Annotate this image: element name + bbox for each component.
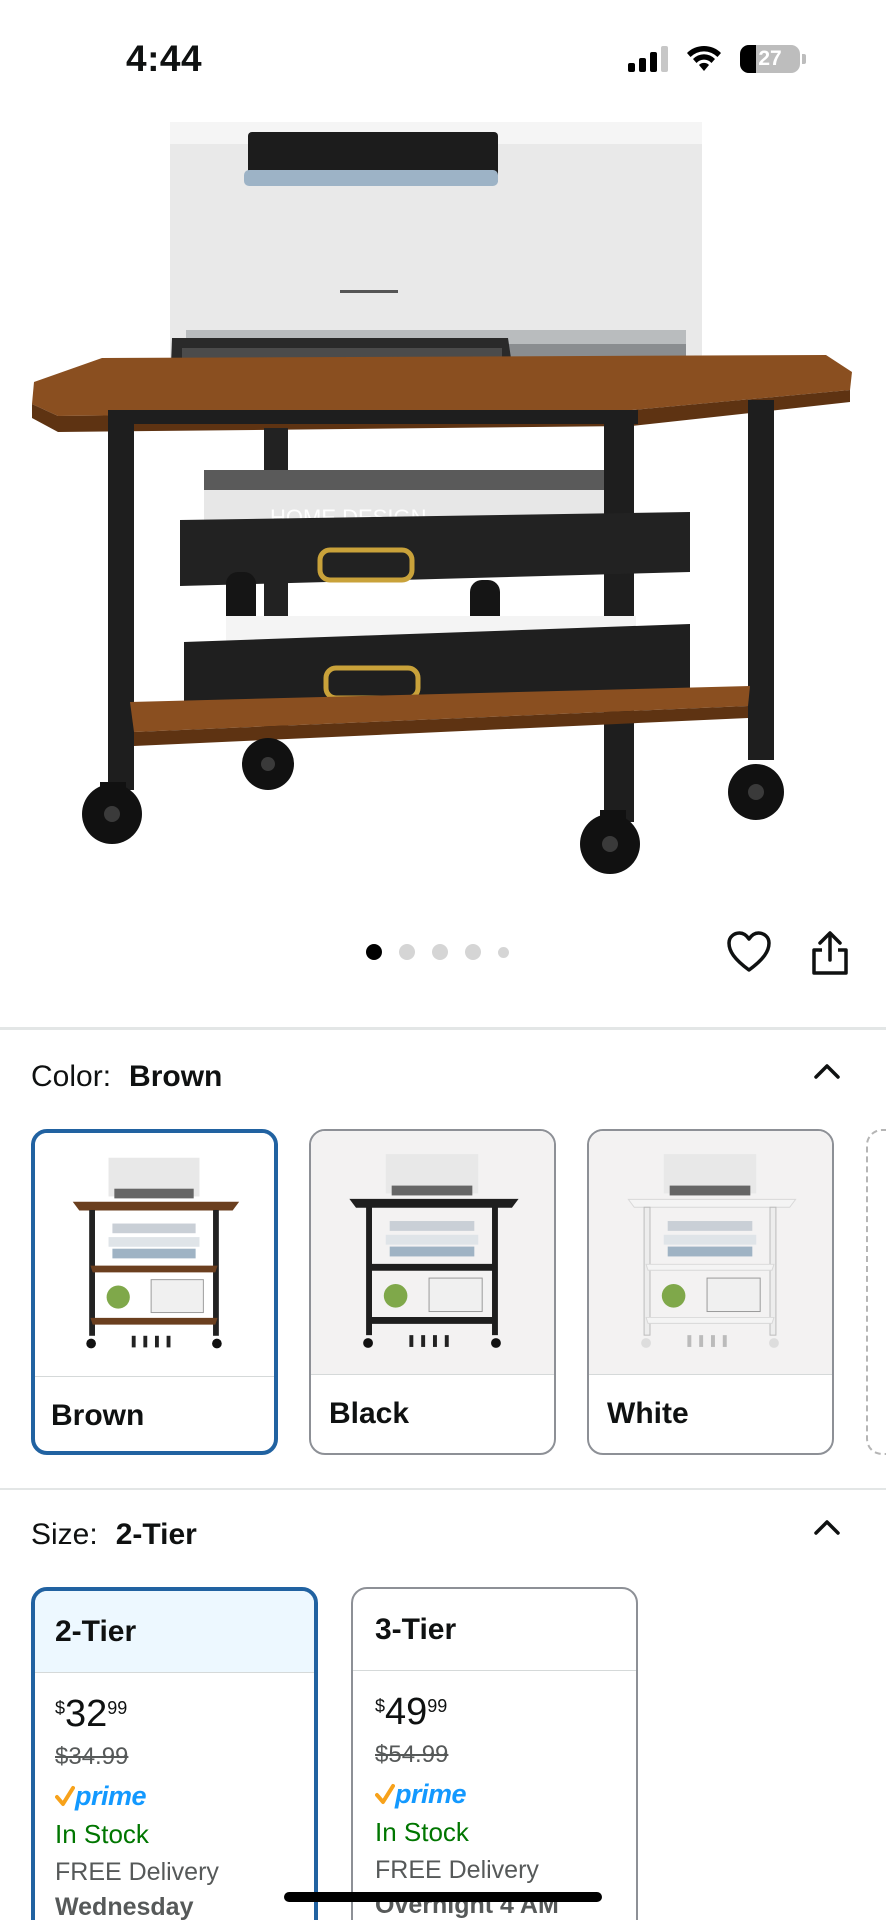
- status-icons: 27: [628, 44, 806, 74]
- swatch-image: [35, 1133, 274, 1377]
- product-image[interactable]: HOME DESIGN: [0, 110, 886, 900]
- battery-percent: 27: [758, 47, 782, 70]
- price-whole: 32: [65, 1693, 108, 1735]
- prime-label: prime: [395, 1778, 467, 1809]
- prime-check-icon: [55, 1786, 75, 1806]
- color-swatch-white[interactable]: White: [587, 1129, 834, 1455]
- price-fraction: 99: [107, 1698, 128, 1718]
- swatch-label: Brown: [51, 1399, 145, 1432]
- color-swatch-more[interactable]: [866, 1129, 886, 1455]
- size-option-title: 3-Tier: [353, 1589, 636, 1671]
- list-price: $34.99: [55, 1743, 129, 1770]
- delivery-day: Wednesday: [55, 1893, 194, 1920]
- price-currency: $: [375, 1696, 386, 1716]
- price-fraction: 99: [427, 1696, 448, 1716]
- color-swatch-brown[interactable]: Brown: [31, 1129, 278, 1455]
- pager-dot[interactable]: [498, 946, 509, 958]
- prime-badge: prime: [375, 1779, 636, 1809]
- stock-status: In Stock: [55, 1819, 149, 1849]
- delivery-text: FREE Delivery: [375, 1856, 539, 1884]
- swatch-image: [589, 1131, 832, 1375]
- pager-dot[interactable]: [432, 944, 448, 960]
- swatch-label: White: [607, 1397, 689, 1430]
- color-selected-value: Brown: [129, 1060, 223, 1093]
- size-option-3-tier[interactable]: 3-Tier $ 49 99 $54.99 prime In Stock FRE…: [351, 1587, 638, 1920]
- price-whole: 49: [385, 1691, 428, 1733]
- section-divider: [0, 1027, 886, 1030]
- size-option-title: 2-Tier: [35, 1591, 314, 1673]
- wifi-icon: [687, 45, 721, 71]
- price-currency: $: [55, 1698, 66, 1718]
- size-option-2-tier[interactable]: 2-Tier $ 32 99 $34.99 prime In Stock FRE…: [31, 1587, 318, 1920]
- swatch-label: Black: [329, 1397, 410, 1430]
- pager-dot[interactable]: [366, 944, 382, 960]
- color-section-header: Color: Brown: [31, 1060, 222, 1094]
- prime-badge: prime: [55, 1781, 314, 1811]
- size-selected-value: 2-Tier: [115, 1518, 197, 1551]
- delivery-text: FREE Delivery: [55, 1858, 219, 1886]
- size-section-header: Size: 2-Tier: [31, 1518, 197, 1552]
- section-divider: [0, 1488, 886, 1490]
- prime-check-icon: [375, 1784, 395, 1804]
- chevron-up-icon[interactable]: [812, 1512, 842, 1542]
- share-icon[interactable]: [808, 930, 852, 976]
- stand-thumbnail: [349, 1154, 519, 1348]
- status-bar: 4:44 27: [0, 0, 886, 110]
- color-swatch-black[interactable]: Black: [309, 1129, 556, 1455]
- price: $ 49 99: [375, 1693, 636, 1731]
- pager-dot[interactable]: [399, 944, 415, 960]
- home-indicator[interactable]: [284, 1892, 602, 1902]
- stock-status: In Stock: [375, 1817, 469, 1847]
- size-label: Size:: [31, 1518, 98, 1551]
- wishlist-heart-icon[interactable]: [726, 930, 772, 974]
- swatch-image: [311, 1131, 554, 1375]
- list-price: $54.99: [375, 1741, 449, 1768]
- cellular-signal-icon: [628, 46, 668, 72]
- stand-thumbnail: [72, 1157, 240, 1349]
- printer-stand-illustration: HOME DESIGN: [32, 122, 852, 874]
- battery-icon: 27: [740, 45, 806, 73]
- color-label: Color:: [31, 1060, 112, 1093]
- chevron-up-icon[interactable]: [812, 1056, 842, 1086]
- pager-dot[interactable]: [465, 944, 481, 960]
- prime-label: prime: [75, 1780, 147, 1811]
- status-time: 4:44: [126, 38, 203, 79]
- price: $ 32 99: [55, 1695, 314, 1733]
- image-pager[interactable]: [366, 944, 509, 960]
- stand-thumbnail: [627, 1154, 797, 1348]
